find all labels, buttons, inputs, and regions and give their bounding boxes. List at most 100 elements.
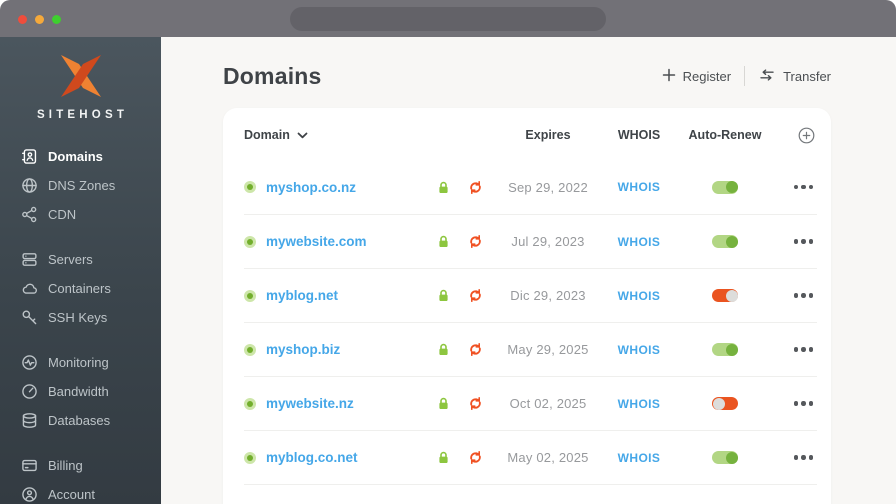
user-circle-icon [21, 486, 38, 503]
column-header-auto-renew: Auto-Renew [688, 128, 762, 142]
server-icon [21, 251, 38, 268]
minimize-window-button[interactable] [35, 14, 44, 24]
renew-cycle-icon [456, 450, 494, 465]
lock-icon [430, 234, 456, 249]
row-menu-button[interactable] [793, 343, 813, 356]
whois-link[interactable]: WHOIS [602, 235, 676, 249]
sidebar-item-containers[interactable]: Containers [0, 274, 161, 303]
share-nodes-icon [21, 206, 38, 223]
app-window: SITEHOST Domains DNS Zones CDN Servers Conta… [0, 0, 896, 504]
sidebar-item-billing[interactable]: Billing [0, 451, 161, 480]
status-dot [244, 343, 256, 356]
sidebar-item-account[interactable]: Account [0, 480, 161, 504]
domain-link[interactable]: myshop.biz [266, 342, 430, 357]
sidebar-item-label: CDN [48, 207, 77, 222]
auto-renew-toggle[interactable] [712, 397, 738, 410]
lock-icon [430, 396, 456, 411]
chevron-down-icon [297, 128, 308, 142]
whois-link[interactable]: WHOIS [602, 397, 676, 411]
monitor-pulse-icon [21, 354, 38, 371]
sitehost-logo-icon [60, 55, 101, 97]
status-dot [244, 181, 256, 193]
sidebar-item-label: Containers [48, 281, 111, 296]
main-content: Domains Register Transfer Domain Expires… [161, 37, 896, 504]
sidebar-item-cdn[interactable]: CDN [0, 200, 161, 229]
expires-date: May 29, 2025 [507, 342, 589, 357]
sidebar-item-label: SSH Keys [48, 310, 108, 325]
transfer-button[interactable]: Transfer [758, 69, 831, 84]
sidebar-item-dns-zones[interactable]: DNS Zones [0, 171, 161, 200]
expires-date: Jul 29, 2023 [511, 234, 585, 249]
key-icon [21, 309, 38, 326]
domain-link[interactable]: myblog.net [266, 288, 430, 303]
column-header-whois: WHOIS [617, 128, 661, 142]
domain-link[interactable]: mywebsite.nz [266, 396, 430, 411]
renew-cycle-icon [456, 396, 494, 411]
lock-icon [430, 450, 456, 465]
expires-date: Oct 02, 2025 [509, 396, 587, 411]
expires-date: May 02, 2025 [507, 450, 589, 465]
sidebar-item-bandwidth[interactable]: Bandwidth [0, 377, 161, 406]
cloud-icon [21, 280, 38, 297]
whois-link[interactable]: WHOIS [602, 289, 676, 303]
expires-date: Sep 29, 2022 [508, 179, 588, 195]
domain-link[interactable]: myshop.co.nz [266, 180, 430, 195]
whois-link[interactable]: WHOIS [602, 343, 676, 357]
sidebar-item-servers[interactable]: Servers [0, 245, 161, 274]
whois-link[interactable]: WHOIS [602, 451, 676, 465]
auto-renew-toggle[interactable] [712, 235, 738, 248]
sidebar-nav: Domains DNS Zones CDN Servers Containers SSH … [0, 142, 161, 504]
auto-renew-toggle[interactable] [712, 289, 738, 302]
auto-renew-toggle[interactable] [712, 180, 738, 194]
renew-cycle-icon [456, 180, 494, 195]
add-domain-button[interactable] [798, 127, 815, 144]
sidebar-item-monitoring[interactable]: Monitoring [0, 348, 161, 377]
table-row: myblog.net Dic 29, 2023 WHOIS [244, 268, 817, 322]
auto-renew-toggle[interactable] [712, 451, 738, 464]
domain-link[interactable]: myblog.co.net [266, 450, 430, 465]
transfer-button-label: Transfer [783, 68, 831, 84]
sidebar-item-domains[interactable]: Domains [0, 142, 161, 171]
globe-icon [21, 177, 38, 194]
titlebar-pill [290, 7, 606, 31]
status-dot [244, 289, 256, 302]
column-header-expires: Expires [525, 128, 571, 142]
renew-cycle-icon [456, 342, 494, 357]
table-row: myshop.biz May 29, 2025 WHOIS [244, 322, 817, 376]
database-icon [21, 412, 38, 429]
register-button[interactable]: Register [662, 68, 731, 85]
row-menu-button[interactable] [793, 235, 813, 248]
whois-link[interactable]: WHOIS [602, 180, 676, 194]
sidebar-item-label: Bandwidth [48, 384, 109, 399]
status-dot [244, 397, 256, 410]
domains-table-card: Domain Expires WHOIS Auto-Renew myshop.c… [223, 108, 831, 504]
sidebar-item-label: DNS Zones [48, 178, 116, 193]
gauge-icon [21, 383, 38, 400]
sidebar-item-ssh-keys[interactable]: SSH Keys [0, 303, 161, 332]
column-header-domain-label: Domain [244, 128, 290, 142]
brand-name: SITEHOST [36, 109, 129, 121]
table-row: myshop.comSep 02, 2026WHOIS [244, 484, 817, 504]
renew-cycle-icon [456, 234, 494, 249]
sidebar-item-label: Servers [48, 252, 93, 267]
row-menu-button[interactable] [793, 181, 813, 194]
register-button-label: Register [682, 68, 732, 84]
close-window-button[interactable] [18, 14, 27, 24]
window-titlebar [0, 0, 896, 37]
sidebar-item-label: Domains [48, 149, 103, 164]
auto-renew-toggle[interactable] [712, 343, 738, 356]
row-menu-button[interactable] [793, 289, 813, 302]
domain-link[interactable]: mywebsite.com [266, 234, 430, 249]
row-menu-button[interactable] [793, 451, 813, 464]
sidebar-item-databases[interactable]: Databases [0, 406, 161, 435]
table-header-row: Domain Expires WHOIS Auto-Renew [244, 110, 817, 160]
sidebar: SITEHOST Domains DNS Zones CDN Servers Conta… [0, 37, 161, 504]
zoom-window-button[interactable] [52, 14, 61, 24]
sidebar-item-label: Databases [48, 413, 111, 428]
sidebar-item-label: Monitoring [48, 355, 109, 370]
status-dot [244, 451, 256, 464]
renew-cycle-icon [456, 288, 494, 303]
table-body: myshop.co.nz Sep 29, 2022 WHOIS mywebsite.c… [244, 160, 817, 504]
row-menu-button[interactable] [793, 397, 813, 410]
column-header-domain[interactable]: Domain [244, 128, 430, 142]
